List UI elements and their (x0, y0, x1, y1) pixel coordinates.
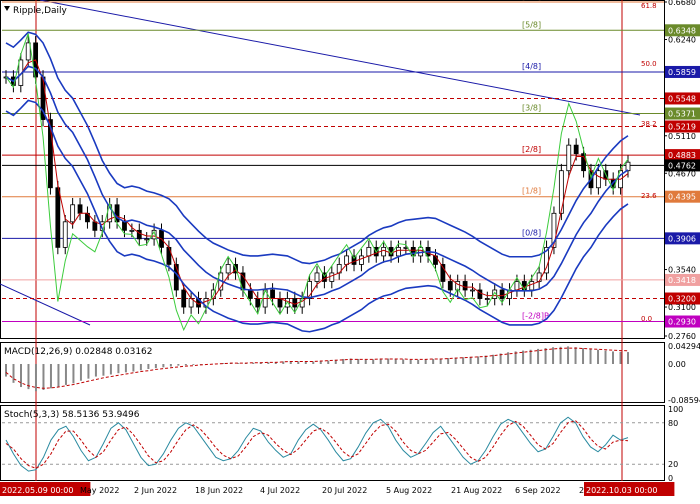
candle-body (314, 272, 320, 282)
level-label: [4/8] (522, 62, 541, 71)
time-axis-label: 5 Aug 2022 (386, 486, 432, 495)
candle-body (55, 187, 61, 248)
price-tag-text: 0.2930 (668, 318, 696, 327)
fibo-label: 23.6 (641, 192, 657, 200)
time-axis-label: 4 Jul 2022 (260, 486, 300, 495)
level-label: [0/8] (522, 228, 541, 237)
price-tick-label: 0.4670 (668, 169, 696, 178)
candle-body (62, 221, 68, 248)
candle-body (92, 221, 98, 231)
candle-body (514, 281, 520, 291)
fibo-label: 50.0 (641, 60, 657, 68)
time-axis-label: 2 Jun 2022 (134, 486, 177, 495)
stoch-title: Stoch(5,3,3) 58.5136 53.9496 (4, 410, 140, 420)
time-axis-label: 6 Sep 2022 (515, 486, 561, 495)
candle-body (484, 298, 490, 300)
time-axis-label: 18 Jun 2022 (195, 486, 243, 495)
chart-canvas[interactable]: [6/8] [5/8] 0.6348 [4/8] 0.5859 0.5548 [3/8] 0.… (0, 0, 700, 500)
candle-body (247, 289, 253, 299)
candle-body (470, 289, 475, 292)
price-tick-label: 0.5110 (668, 132, 696, 141)
trend-line (0, 283, 91, 326)
candle-body (529, 281, 535, 291)
candle-body (359, 255, 364, 265)
candle-body (270, 289, 275, 299)
candle-body (625, 161, 631, 172)
main-panel-frame (0, 0, 665, 339)
time-axis-label: 2 (579, 486, 584, 495)
candle-body (447, 281, 453, 291)
price-tick-label: 0.6240 (668, 35, 696, 44)
stoch-tick-label: 100 (668, 405, 683, 414)
time-axis-label: 21 Aug 2022 (451, 486, 502, 495)
candle-body (292, 298, 298, 308)
time-axis-label: 2022.05.09 00:00 (2, 486, 73, 495)
level-label: [6/8] (522, 0, 541, 1)
candle-body (366, 246, 372, 257)
price-tick-label: 0.6680 (668, 0, 696, 7)
level-label: [2/8] (522, 145, 541, 154)
candle-body (558, 170, 564, 214)
price-tick-label: 0.3100 (668, 303, 696, 312)
candle-body (277, 298, 283, 308)
chart-window: [6/8] [5/8] 0.6348 [4/8] 0.5859 0.5548 [3/8] 0.… (0, 0, 700, 500)
candle-body (381, 246, 387, 257)
candle-body (462, 281, 468, 291)
candle-body (129, 229, 135, 232)
candle-body (566, 144, 572, 172)
dropdown-triangle-icon (4, 6, 10, 11)
chart-title: Ripple,Daily (13, 6, 68, 16)
stoch-tick-label: 20 (668, 460, 678, 469)
macd-title: MACD(12,26,9) 0.02848 0.03162 (4, 347, 153, 357)
candle-body (573, 144, 579, 155)
candle-body (70, 204, 76, 223)
time-axis-label: 2022.10.03 00:00 (586, 486, 657, 495)
candle-body (144, 238, 150, 241)
candle-body (499, 289, 505, 299)
murrey-levels: [6/8] [5/8] 0.6348 [4/8] 0.5859 0.5548 [3/8] 0.… (2, 0, 700, 328)
time-axis-label: May 2022 (80, 486, 119, 495)
price-series (3, 31, 631, 333)
price-tick-label: 0.3540 (668, 266, 696, 275)
stoch-d-line (5, 420, 629, 469)
candle-body (255, 298, 261, 308)
symbol-title: Ripple,Daily (4, 6, 68, 16)
price-tag-text: 0.3906 (668, 234, 696, 243)
level-label: [3/8] (522, 104, 541, 113)
price-tag-text: 0.5219 (668, 122, 696, 131)
band-lower-line (5, 99, 629, 333)
price-tag-text: 0.6348 (668, 26, 696, 35)
stoch-tick-label: 80 (668, 419, 678, 428)
price-tag-text: 0.5548 (668, 94, 696, 103)
time-axis: 2022.05.09 00:00 May 2022 2 Jun 2022 18 Jun… (0, 482, 675, 496)
macd-tick-label: 0.00 (668, 360, 686, 369)
candle-body (344, 255, 350, 265)
stoch-k-line (5, 416, 629, 472)
macd-tick-label: -0.08594 (668, 396, 700, 405)
price-axis: 0.6680 0.6240 0.5110 0.4670 0.3540 0.3100 0.27… (664, 0, 696, 341)
candle-body (329, 272, 335, 282)
stoch-tick-label: 0 (668, 474, 673, 483)
price-tag-text: 0.5859 (668, 68, 696, 77)
fibo-label: 38.2 (641, 120, 657, 128)
candle-body (536, 272, 542, 282)
time-axis-label: 20 Jul 2022 (322, 486, 367, 495)
macd-tick-label: 0.04294 (668, 342, 700, 351)
fibo-label: 0.0 (641, 315, 652, 323)
price-tick-label: 0.2760 (668, 332, 696, 341)
candle-body (122, 221, 127, 231)
trend-line (39, 0, 641, 116)
price-tag-text: 0.5371 (668, 110, 696, 119)
candle-body (225, 264, 231, 274)
candle-body (77, 204, 83, 214)
price-tag-text: 0.3418 (668, 276, 696, 285)
level-label: [1/8] (522, 187, 541, 196)
candle-body (181, 289, 187, 308)
price-tag-text: 0.4395 (668, 193, 696, 202)
candle-body (595, 170, 601, 189)
level-label: [5/8] (522, 20, 541, 29)
fibo-label: 61.8 (641, 2, 657, 10)
price-tag-text: 0.4883 (668, 151, 696, 160)
candle-body (396, 246, 401, 257)
